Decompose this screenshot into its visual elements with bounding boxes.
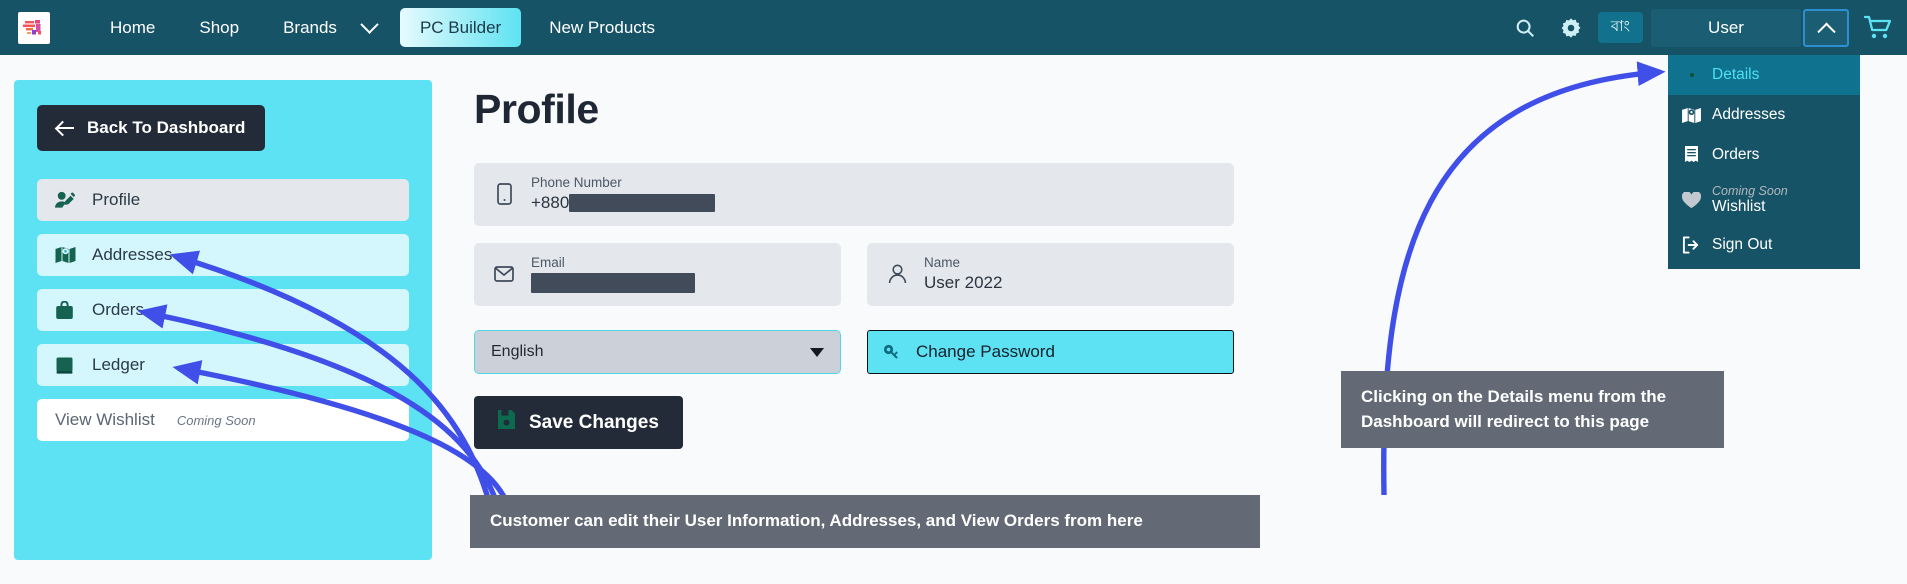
- back-to-dashboard-label: Back To Dashboard: [87, 118, 246, 137]
- phone-number-value: +880: [531, 192, 716, 213]
- sidebar-item-label: Addresses: [92, 245, 173, 264]
- gear-icon: [1561, 17, 1581, 38]
- heart-icon: [1682, 191, 1701, 209]
- back-to-dashboard-button[interactable]: Back To Dashboard: [37, 105, 266, 151]
- dropdown-item-sign-out[interactable]: Sign Out: [1668, 225, 1860, 265]
- sidebar-item-ledger[interactable]: Ledger: [37, 344, 409, 386]
- sidebar-item-label: View Wishlist: [55, 410, 155, 429]
- search-icon: [1516, 19, 1534, 37]
- name-value: User 2022: [924, 273, 1003, 293]
- phone-redaction-bar: [569, 194, 716, 213]
- nav-link-new-products[interactable]: New Products: [527, 11, 677, 44]
- search-button[interactable]: [1502, 0, 1548, 55]
- save-changes-button[interactable]: Save Changes: [474, 396, 683, 450]
- navbar-right-group: বাং User: [1502, 0, 1907, 55]
- sidebar-item-profile[interactable]: Profile: [37, 179, 409, 221]
- dropdown-item-label: Details: [1712, 66, 1760, 83]
- book-icon: [55, 356, 77, 375]
- phone-prefix: +880: [531, 192, 570, 212]
- nav-link-brands[interactable]: Brands: [261, 11, 359, 44]
- change-password-button[interactable]: Change Password: [867, 330, 1234, 375]
- callout-left: Customer can edit their User Information…: [470, 495, 1260, 548]
- phone-number-field[interactable]: Phone Number +880: [474, 163, 1234, 226]
- site-logo[interactable]: [18, 11, 50, 44]
- email-value: [531, 273, 695, 294]
- map-icon: [55, 246, 77, 264]
- envelope-icon: [493, 266, 515, 283]
- nav-pc-builder-button[interactable]: PC Builder: [399, 8, 522, 47]
- receipt-icon: [1682, 146, 1701, 164]
- logo-glyph: [23, 19, 41, 34]
- phone-number-label: Phone Number: [531, 175, 622, 190]
- name-label: Name: [924, 255, 961, 271]
- dropdown-item-details[interactable]: Details: [1668, 55, 1860, 95]
- user-edit-icon: [55, 191, 77, 209]
- email-label: Email: [531, 254, 565, 270]
- email-name-row: Email Name User 2022: [474, 242, 1234, 307]
- dropdown-item-label: Orders: [1712, 146, 1760, 163]
- sidebar-item-orders[interactable]: Orders: [37, 289, 409, 331]
- key-icon: [883, 340, 903, 364]
- page-title: Profile: [474, 86, 599, 132]
- language-select-value: English: [491, 343, 544, 361]
- caret-down-icon: [810, 347, 824, 357]
- dot-icon: [1682, 72, 1701, 78]
- profile-main: Profile Phone Number +880 Email Name Use…: [474, 86, 1234, 450]
- wishlist-coming-soon-badge: Coming Soon: [176, 412, 256, 428]
- map-icon: [1682, 107, 1701, 124]
- sidebar-item-addresses[interactable]: Addresses: [37, 234, 409, 276]
- settings-button[interactable]: [1548, 0, 1594, 55]
- nav-link-shop[interactable]: Shop: [177, 11, 261, 44]
- chevron-down-icon: [360, 15, 379, 34]
- cart-icon: [1863, 15, 1892, 39]
- account-sidebar: Back To Dashboard Profile Addresses Orde…: [14, 80, 432, 560]
- top-navbar: Home Shop Brands PC Builder New Products…: [0, 0, 1907, 55]
- brands-dropdown-toggle[interactable]: [359, 13, 394, 42]
- phone-icon: [493, 183, 515, 206]
- user-menu-button[interactable]: User: [1651, 8, 1801, 47]
- language-password-row: English Change Password: [474, 330, 1234, 375]
- bag-icon: [55, 300, 77, 320]
- language-toggle-button[interactable]: বাং: [1597, 12, 1643, 43]
- nav-links: Home Shop Brands PC Builder New Products: [88, 8, 677, 47]
- sign-out-icon: [1682, 236, 1701, 254]
- wishlist-coming-soon-badge: Coming Soon: [1712, 184, 1788, 198]
- cart-button[interactable]: [1849, 0, 1907, 55]
- sidebar-item-label: Profile: [92, 190, 141, 209]
- change-password-label: Change Password: [916, 342, 1055, 362]
- sidebar-item-view-wishlist[interactable]: View Wishlist Coming Soon: [37, 399, 409, 441]
- email-redaction-bar: [531, 273, 695, 294]
- dropdown-item-label: Wishlist: [1712, 198, 1766, 216]
- save-changes-label: Save Changes: [529, 411, 659, 433]
- save-icon: [498, 410, 515, 435]
- dropdown-item-orders[interactable]: Orders: [1668, 135, 1860, 175]
- language-select[interactable]: English: [474, 330, 841, 375]
- dropdown-item-label: Addresses: [1712, 106, 1786, 123]
- name-field[interactable]: Name User 2022: [867, 242, 1234, 307]
- chevron-up-icon: [1816, 22, 1836, 41]
- user-menu-caret-button[interactable]: [1803, 8, 1849, 47]
- sidebar-item-label: Ledger: [92, 355, 145, 374]
- arrow-left-icon: [57, 126, 74, 130]
- callout-right: Clicking on the Details menu from the Da…: [1341, 371, 1724, 449]
- user-dropdown-menu: Details Addresses Orders Coming Soon Wis…: [1668, 55, 1860, 270]
- dropdown-item-wishlist[interactable]: Coming Soon Wishlist: [1668, 175, 1860, 225]
- email-field[interactable]: Email: [474, 242, 841, 307]
- dropdown-item-addresses[interactable]: Addresses: [1668, 95, 1860, 135]
- person-icon: [886, 264, 908, 284]
- dropdown-item-label: Sign Out: [1712, 236, 1773, 254]
- nav-link-home[interactable]: Home: [88, 11, 177, 44]
- sidebar-item-label: Orders: [92, 300, 144, 319]
